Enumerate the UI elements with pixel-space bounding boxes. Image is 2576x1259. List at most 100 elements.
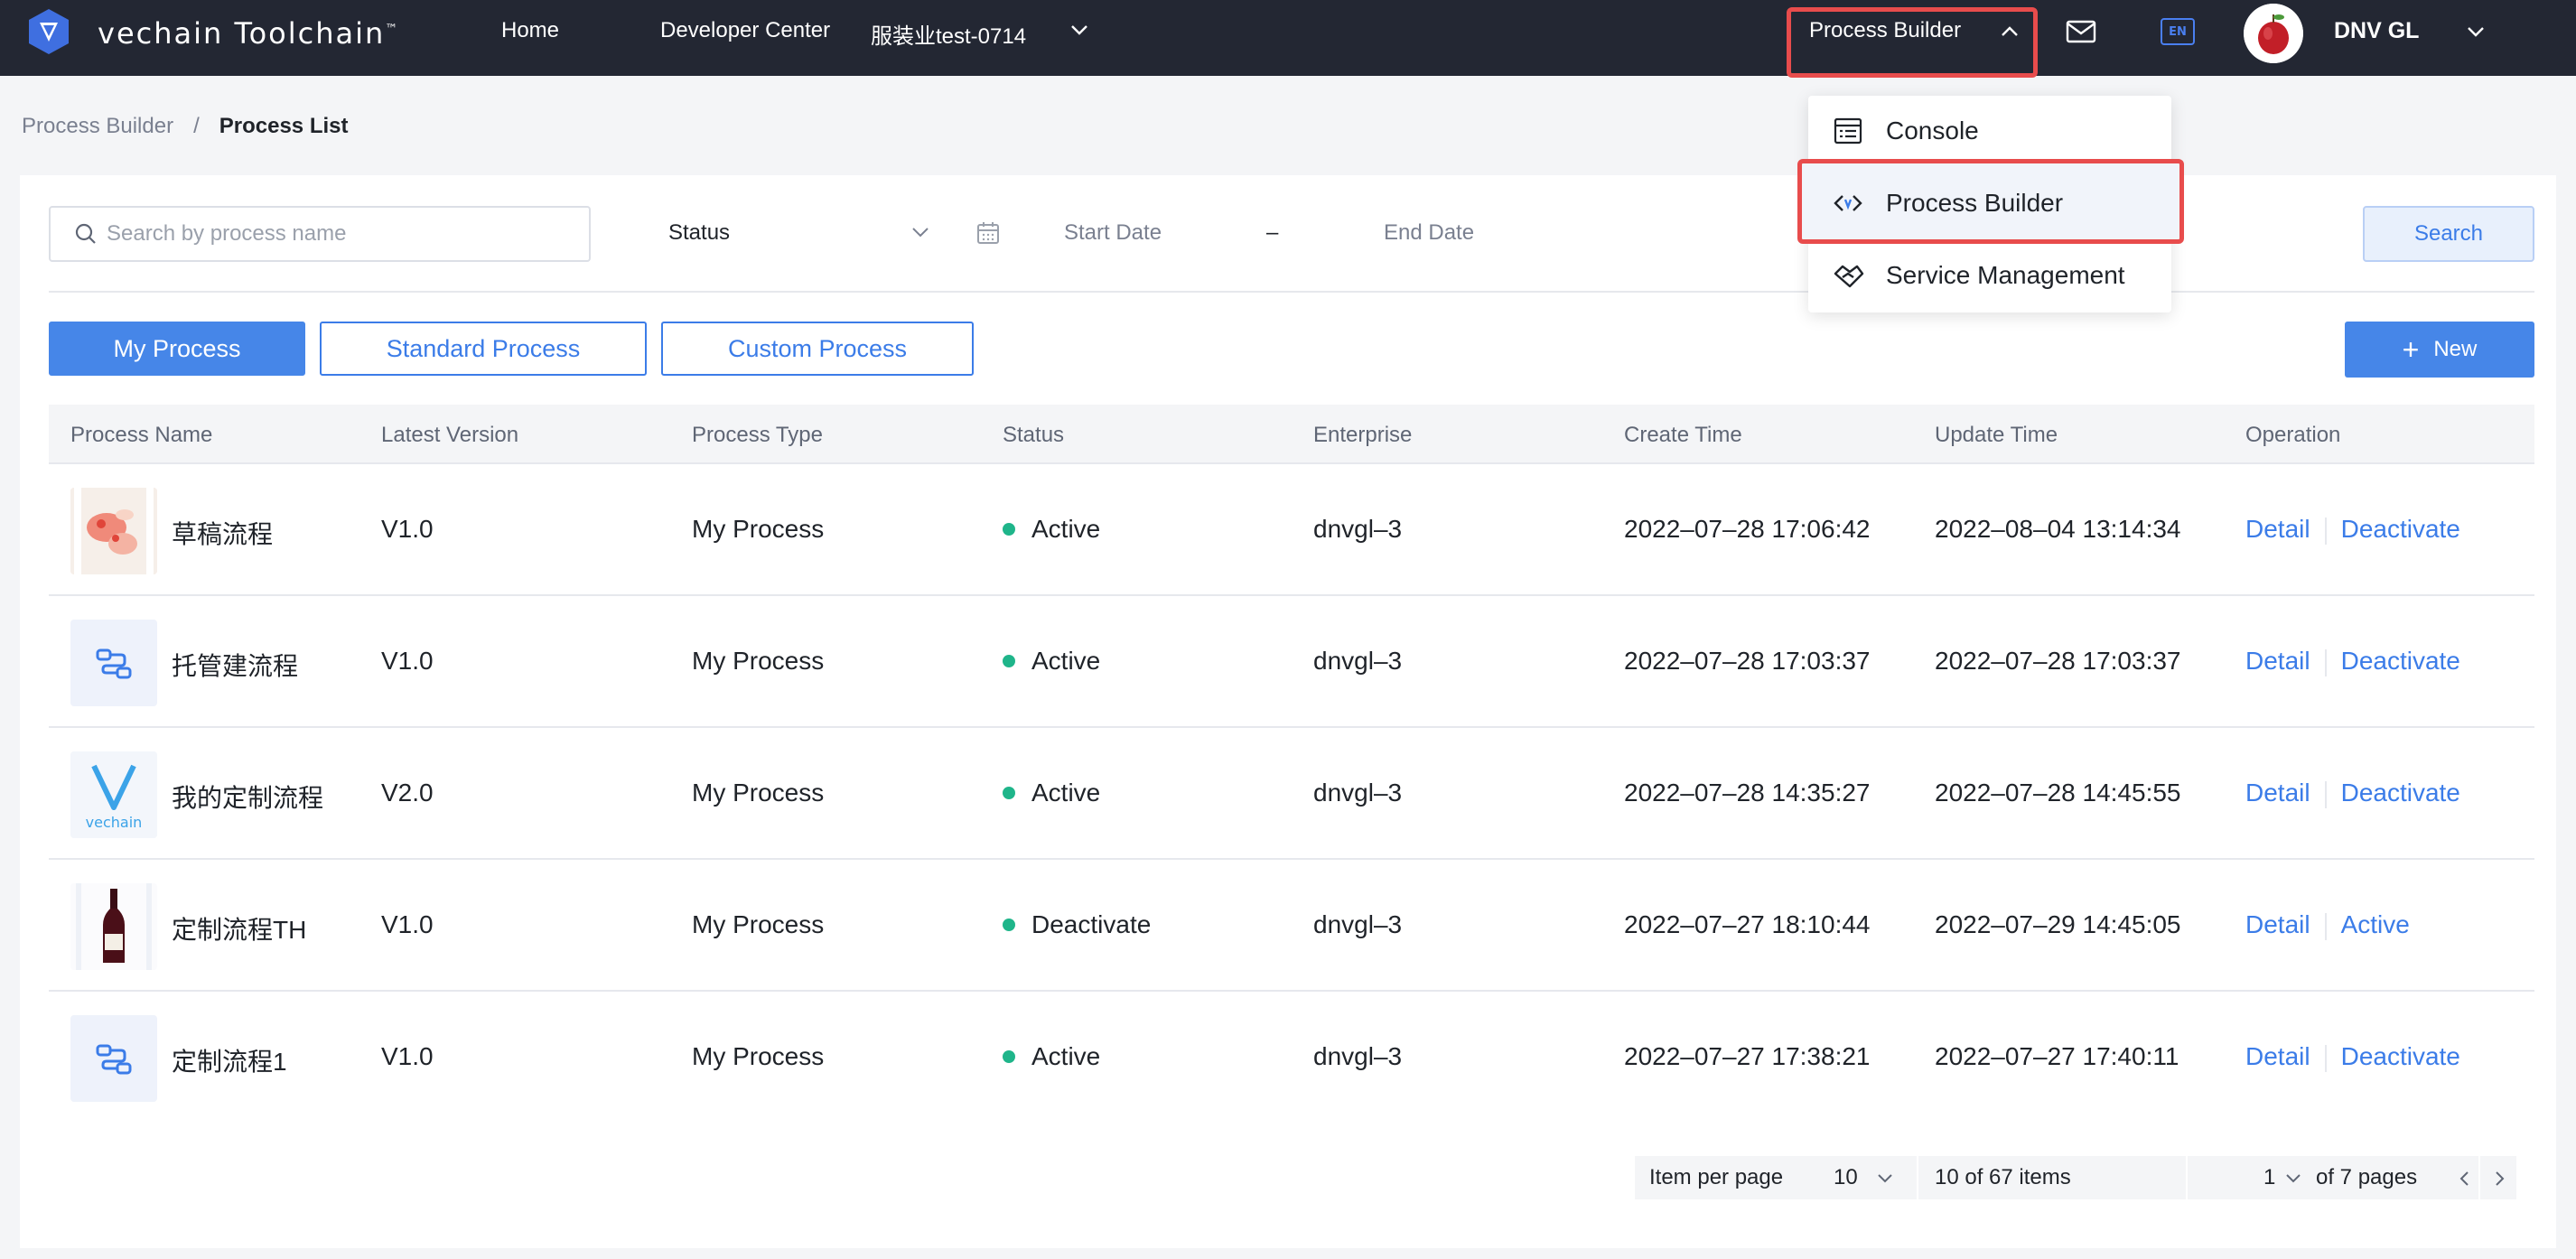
process-type: My Process <box>692 1042 825 1070</box>
language-switch-icon[interactable]: EN <box>2161 18 2195 45</box>
pagination: Item per page 10 10 of 67 items 1 of 7 p… <box>1635 1156 2516 1199</box>
flow-chart-icon <box>96 648 132 679</box>
search-icon <box>75 223 96 244</box>
tab-standard-process[interactable]: Standard Process <box>320 322 647 376</box>
vechain-logo-icon[interactable] <box>27 7 70 56</box>
enterprise: dnvgl–3 <box>1313 910 1403 938</box>
chevron-up-icon[interactable] <box>1996 18 2023 45</box>
breadcrumb: Process Builder / Process List <box>22 114 348 139</box>
wine-bottle-icon <box>70 883 157 970</box>
process-name[interactable]: 草稿流程 <box>172 515 273 551</box>
process-name[interactable]: 定制流程1 <box>172 1042 287 1078</box>
operation-cell: Detail Active <box>2245 910 2410 940</box>
process-builder-menu[interactable]: Process Builder <box>1809 18 1961 43</box>
operation-divider <box>2324 1044 2327 1072</box>
detail-link[interactable]: Detail <box>2245 910 2310 938</box>
enterprise: dnvgl–3 <box>1313 515 1403 543</box>
brand-title[interactable]: vechain Toolchain™ <box>98 16 399 51</box>
per-page-select[interactable]: 10 <box>1834 1165 1858 1190</box>
th-update-time: Update Time <box>1935 423 2058 447</box>
start-date-input[interactable]: Start Date <box>1064 220 1162 246</box>
enterprise: dnvgl–3 <box>1313 1042 1403 1070</box>
status-select[interactable]: Status <box>668 220 730 246</box>
search-button[interactable]: Search <box>2363 206 2534 262</box>
plus-icon: + <box>2402 332 2420 366</box>
status-cell: Active <box>1003 647 1100 676</box>
process-thumbnail <box>70 1015 157 1102</box>
operation-cell: Detail Deactivate <box>2245 647 2460 676</box>
process-type: My Process <box>692 910 825 938</box>
operation-cell: Detail Deactivate <box>2245 1042 2460 1072</box>
new-button-label: New <box>2433 337 2478 361</box>
mail-icon[interactable] <box>2065 18 2097 45</box>
table-row: vechain 我的定制流程 V2.0 My Process Active dn… <box>49 728 2534 860</box>
calendar-icon[interactable] <box>975 220 1001 246</box>
end-date-input[interactable]: End Date <box>1384 220 1474 246</box>
avatar[interactable] <box>2244 4 2303 63</box>
chevron-down-icon[interactable] <box>2282 1167 2305 1190</box>
search-placeholder: Search by process name <box>107 221 347 246</box>
chevron-right-icon[interactable] <box>2487 1167 2511 1190</box>
chevron-down-icon[interactable] <box>1066 16 1093 43</box>
dropdown-label-service-management: Service Management <box>1886 261 2125 289</box>
latest-version: V1.0 <box>381 515 434 543</box>
chevron-down-icon[interactable] <box>2462 18 2489 45</box>
service-management-icon <box>1834 265 1864 288</box>
status-cell: Active <box>1003 1042 1100 1071</box>
latest-version: V1.0 <box>381 910 434 938</box>
status-dot-icon <box>1003 654 1015 667</box>
create-time: 2022–07–27 18:10:44 <box>1624 910 1871 938</box>
flow-chart-icon <box>96 1044 132 1075</box>
photo-thumbnail-icon <box>70 488 157 574</box>
process-thumbnail <box>70 883 157 970</box>
enterprise: dnvgl–3 <box>1313 647 1403 675</box>
tab-my-process[interactable]: My Process <box>49 322 305 376</box>
process-thumbnail <box>70 620 157 706</box>
date-range-separator: – <box>1266 220 1279 245</box>
table-row: 定制流程TH V1.0 My Process Deactivate dnvgl–… <box>49 860 2534 992</box>
organization-selector[interactable]: 服装业test-0714 <box>871 18 1026 50</box>
status-cell: Deactivate <box>1003 910 1151 939</box>
detail-link[interactable]: Detail <box>2245 515 2310 543</box>
vechain-thumbnail-text: vechain <box>86 814 143 831</box>
dropdown-item-process-builder[interactable]: Process Builder <box>1808 168 2171 238</box>
current-page-select[interactable]: 1 <box>2263 1165 2275 1190</box>
tab-custom-process[interactable]: Custom Process <box>661 322 974 376</box>
search-input[interactable]: Search by process name <box>49 206 591 262</box>
create-time: 2022–07–28 17:06:42 <box>1624 515 1871 543</box>
pager-divider <box>2478 1156 2480 1199</box>
latest-version: V1.0 <box>381 1042 434 1070</box>
status-cell: Active <box>1003 515 1100 544</box>
breadcrumb-current: Process List <box>219 114 349 138</box>
nav-home[interactable]: Home <box>501 18 559 43</box>
detail-link[interactable]: Detail <box>2245 647 2310 675</box>
chevron-down-icon[interactable] <box>907 219 934 246</box>
total-pages: of 7 pages <box>2316 1165 2418 1189</box>
status-dot-icon <box>1003 918 1015 931</box>
process-thumbnail: vechain <box>70 751 157 838</box>
deactivate-link[interactable]: Deactivate <box>2341 779 2460 807</box>
detail-link[interactable]: Detail <box>2245 1042 2310 1070</box>
chevron-down-icon[interactable] <box>1873 1167 1897 1190</box>
activate-link[interactable]: Active <box>2341 910 2410 938</box>
process-builder-icon <box>1834 195 1862 211</box>
dropdown-item-service-management[interactable]: Service Management <box>1808 240 2171 311</box>
process-name[interactable]: 定制流程TH <box>172 910 306 947</box>
new-process-button[interactable]: + New <box>2345 322 2534 378</box>
deactivate-link[interactable]: Deactivate <box>2341 647 2460 675</box>
th-process-type: Process Type <box>692 423 823 447</box>
user-name[interactable]: DNV GL <box>2334 18 2419 44</box>
chevron-left-icon[interactable] <box>2453 1167 2477 1190</box>
deactivate-link[interactable]: Deactivate <box>2341 515 2460 543</box>
operation-cell: Detail Deactivate <box>2245 515 2460 545</box>
deactivate-link[interactable]: Deactivate <box>2341 1042 2460 1070</box>
nav-developer-center[interactable]: Developer Center <box>660 18 830 43</box>
table-row: 托管建流程 V1.0 My Process Active dnvgl–3 202… <box>49 596 2534 728</box>
status-dot-icon <box>1003 522 1015 536</box>
status-cell: Active <box>1003 779 1100 807</box>
breadcrumb-parent[interactable]: Process Builder <box>22 114 173 139</box>
operation-cell: Detail Deactivate <box>2245 779 2460 808</box>
process-name[interactable]: 我的定制流程 <box>172 779 323 815</box>
detail-link[interactable]: Detail <box>2245 779 2310 807</box>
process-name[interactable]: 托管建流程 <box>172 647 298 683</box>
